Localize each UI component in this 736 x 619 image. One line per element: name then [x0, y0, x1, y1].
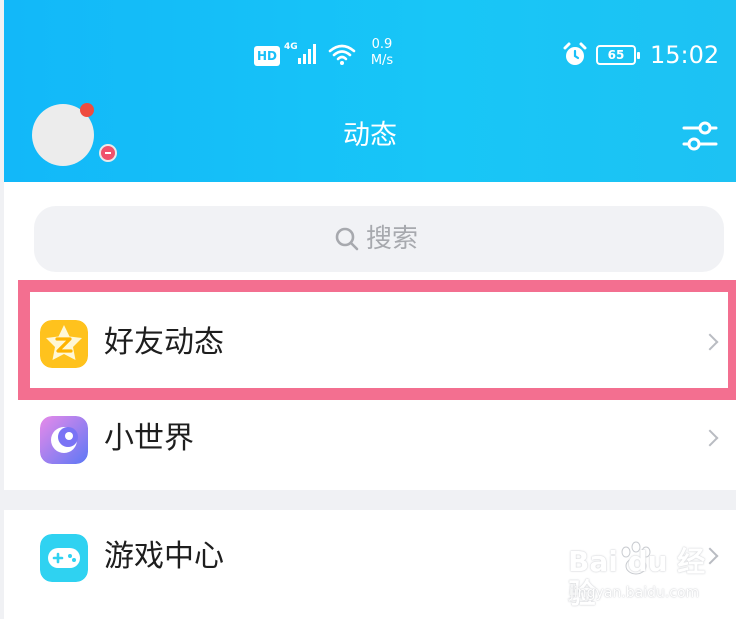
header-bar: HD 4G 0.9 M/s 65 15:02 动态	[4, 0, 736, 182]
search-icon	[335, 227, 359, 251]
search-section: 搜索	[4, 182, 736, 278]
page-title: 动态	[343, 120, 397, 151]
search-placeholder: 搜索	[366, 224, 419, 254]
watermark: Bai du 经验 jingyan.baidu.com	[568, 540, 728, 610]
search-input[interactable]: 搜索	[34, 206, 724, 272]
feed-group: 好友动态 小世界	[4, 278, 736, 490]
filter-settings-icon[interactable]	[680, 118, 720, 154]
network-speed-value: 0.9	[371, 37, 393, 52]
list-item-friend-feed[interactable]: 好友动态	[4, 296, 736, 392]
list-item-small-world[interactable]: 小世界	[4, 392, 736, 488]
crescent-planet-icon	[40, 416, 88, 464]
network-speed-unit: M/s	[370, 53, 394, 68]
item-label: 好友动态	[104, 325, 224, 360]
notification-dot	[80, 103, 94, 117]
gamepad-icon	[40, 534, 88, 582]
star-z-icon	[40, 320, 88, 368]
chevron-right-icon	[701, 429, 719, 447]
status-time: 15:02	[650, 41, 720, 69]
watermark-site: jingyan.baidu.com	[570, 585, 700, 601]
network-speed: 0.9 M/s	[366, 37, 398, 69]
app-screen: HD 4G 0.9 M/s 65 15:02 动态 搜索 好友动态 小世界 游戏…	[4, 0, 736, 619]
status-bar: HD 4G 0.9 M/s 65 15:02	[4, 30, 736, 80]
signal-strength-icon	[298, 44, 316, 64]
wifi-icon	[328, 44, 356, 65]
item-label: 游戏中心	[104, 539, 224, 574]
chevron-right-icon	[701, 333, 719, 351]
battery-indicator: 65	[596, 45, 640, 65]
item-label: 小世界	[104, 421, 194, 456]
hd-indicator: HD	[254, 46, 281, 66]
alarm-clock-icon	[563, 42, 587, 65]
